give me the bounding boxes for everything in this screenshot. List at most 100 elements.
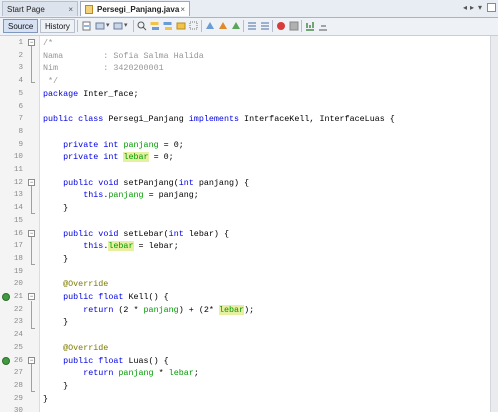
code-token: private int <box>63 152 119 163</box>
line-number: 17 <box>13 242 23 251</box>
code-text: Nim : 3420200001 <box>43 62 164 75</box>
code-line[interactable]: 18 } <box>0 253 490 266</box>
code-token: lebar <box>123 152 149 163</box>
code-token: public float <box>63 355 124 366</box>
find-next-icon[interactable] <box>150 21 160 31</box>
code-line[interactable]: 19 <box>0 266 490 279</box>
code-line[interactable]: 20 @Override <box>0 278 490 291</box>
code-line[interactable]: 15 <box>0 215 490 228</box>
code-text: Nama : Sofia Salma Halida <box>43 50 204 63</box>
code-line[interactable]: 17 this.lebar = lebar; <box>0 240 490 253</box>
code-token: Luas() { <box>123 355 169 366</box>
code-line[interactable]: 3 Nim : 3420200001 <box>0 62 490 75</box>
code-line[interactable]: 12− public void setPanjang(int panjang) … <box>0 177 490 190</box>
find-prev-icon[interactable] <box>137 21 147 31</box>
fold-toggle-icon[interactable]: − <box>28 229 35 237</box>
code-line[interactable]: 5 package Inter_face; <box>0 88 490 101</box>
find-sel-icon[interactable] <box>163 21 173 31</box>
code-line[interactable]: 28 } <box>0 380 490 393</box>
stop-macro-icon[interactable] <box>276 21 286 31</box>
show-opened-documents-icon[interactable]: ▾ <box>478 3 482 12</box>
code-line[interactable]: 9 private int panjang = 0; <box>0 139 490 152</box>
toggle-bookmark-icon[interactable] <box>218 21 228 31</box>
code-line[interactable]: 11 <box>0 164 490 177</box>
code-token: setPanjang( <box>118 177 179 188</box>
shift-right-icon[interactable] <box>247 21 257 31</box>
code-text: /* <box>43 37 53 50</box>
last-edit-icon[interactable] <box>82 21 92 31</box>
override-marker-icon[interactable] <box>2 356 10 365</box>
tab-start-page[interactable]: Start Page × <box>2 1 78 16</box>
code-line[interactable]: 2 Nama : Sofia Salma Halida <box>0 50 490 63</box>
code-line[interactable]: 8 <box>0 126 490 139</box>
code-line[interactable]: 22 return (2 * panjang) + (2* lebar); <box>0 304 490 317</box>
line-number: 25 <box>13 343 23 352</box>
tab-persegi-panjang-java[interactable]: Persegi_Panjang.java × <box>80 1 190 16</box>
forward-icon[interactable] <box>113 21 123 31</box>
shift-left-icon[interactable] <box>231 21 241 31</box>
code-line[interactable]: 13 this.panjang = panjang; <box>0 189 490 202</box>
code-line[interactable]: 26− public float Luas() { <box>0 355 490 368</box>
line-number: 4 <box>18 77 23 86</box>
line-number: 10 <box>13 153 23 162</box>
code-token: * <box>153 368 169 379</box>
code-text: package Inter_face; <box>43 88 139 101</box>
scroll-tabs-left-icon[interactable]: ◂ <box>463 3 467 12</box>
next-bookmark-icon[interactable] <box>205 21 215 31</box>
fold-toggle-icon[interactable]: − <box>28 178 35 186</box>
code-token: @Override <box>43 342 109 353</box>
uncomment-icon[interactable] <box>318 21 328 31</box>
code-text: return panjang * lebar; <box>43 367 199 380</box>
code-line[interactable]: 25 @Override <box>0 342 490 355</box>
code-token: } <box>43 380 69 391</box>
scroll-tabs-right-icon[interactable]: ▸ <box>470 3 474 12</box>
record-icon[interactable] <box>289 21 299 31</box>
code-line[interactable]: 27 return panjang * lebar; <box>0 367 490 380</box>
comment-icon[interactable] <box>305 21 315 31</box>
code-line[interactable]: 1− /* <box>0 37 490 50</box>
code-text: */ <box>43 75 58 88</box>
code-line[interactable]: 7 public class Persegi_Panjang implements… <box>0 113 490 126</box>
code-token: (2 * <box>113 304 144 315</box>
code-token: return <box>83 368 114 379</box>
code-line[interactable]: 23 } <box>0 316 490 329</box>
code-token: Persegi_Panjang <box>103 114 189 125</box>
close-icon[interactable]: × <box>180 2 185 17</box>
prev-bookmark-icon[interactable] <box>189 21 199 31</box>
toggle-highlight-icon[interactable] <box>176 21 186 31</box>
start-macro-icon[interactable] <box>260 21 270 31</box>
code-line[interactable]: 24 <box>0 329 490 342</box>
code-token: = lebar; <box>133 241 179 252</box>
toolbar-separator <box>133 20 134 32</box>
code-line[interactable]: 14 } <box>0 202 490 215</box>
close-icon[interactable]: × <box>68 2 73 17</box>
code-editor[interactable]: 1−/* 2 Nama : Sofia Salma Halida 3 Nim : 342… <box>0 36 490 415</box>
code-token: ; <box>193 368 199 379</box>
fold-toggle-icon[interactable]: − <box>28 39 35 46</box>
history-view-button[interactable]: History <box>40 19 75 33</box>
code-line[interactable]: 6 <box>0 101 490 114</box>
code-line[interactable]: 4 */ <box>0 75 490 88</box>
code-token: = 0; <box>148 152 174 163</box>
back-icon[interactable] <box>95 21 105 31</box>
fold-toggle-icon[interactable]: − <box>28 293 35 300</box>
code-line[interactable]: 10 private int lebar = 0; <box>0 151 490 164</box>
code-token: ) + (2* <box>178 304 219 315</box>
code-token: public void <box>63 177 119 188</box>
toolbar-separator <box>201 20 202 32</box>
editor-tab-strip: Start Page × Persegi_Panjang.java × ◂ ▸ … <box>0 0 498 18</box>
source-view-button[interactable]: Source <box>3 19 39 33</box>
maximize-window-icon[interactable] <box>487 3 496 12</box>
code-token: setLebar( <box>118 228 169 239</box>
code-line[interactable]: 29} <box>0 393 490 406</box>
code-line[interactable]: 16− public void setLebar(int lebar) { <box>0 228 490 241</box>
vertical-scrollbar[interactable] <box>490 36 498 412</box>
toolbar-separator <box>301 20 302 32</box>
override-marker-icon[interactable] <box>2 293 10 301</box>
code-line[interactable]: 21− public float Kell() { <box>0 291 490 304</box>
fold-toggle-icon[interactable]: − <box>28 356 35 364</box>
